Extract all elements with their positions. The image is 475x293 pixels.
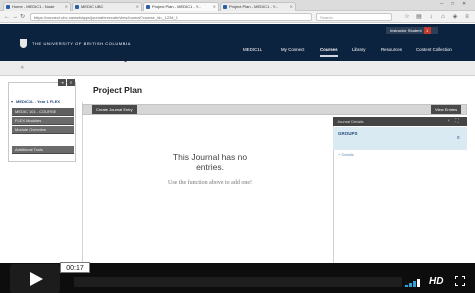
timecode-display: 00:17 — [60, 262, 90, 273]
hd-toggle[interactable]: HD — [429, 276, 443, 288]
page-title: Project Plan — [93, 85, 143, 95]
window-close-icon[interactable]: ✕ — [462, 1, 466, 7]
ubc-crest-icon — [20, 39, 27, 48]
menu-icon[interactable]: ≡ — [464, 14, 470, 20]
download-icon[interactable]: ↓ — [428, 14, 434, 20]
seek-bar[interactable] — [74, 277, 402, 287]
menu-collapse-icon[interactable]: ⇥ — [58, 79, 66, 86]
maximize-icon[interactable]: □ — [451, 1, 454, 7]
favicon-icon — [75, 5, 79, 9]
notification-count: 1 — [423, 27, 431, 34]
address-bar: ← → ↻ https://connect.ubc.ca/webapps/jou… — [0, 11, 475, 23]
close-icon[interactable]: ✕ — [65, 3, 68, 11]
browser-tab-bar: Home - MEDIC1 - Node ✕ MEDIC UBC ✕ Proje… — [0, 0, 475, 11]
breadcrumb-bar: ✳ — [0, 61, 475, 76]
browser-tab-active[interactable]: Project Plan - MEDIC1 - Y... ✕ — [143, 2, 219, 11]
volume-icon[interactable] — [405, 279, 423, 287]
browser-tab[interactable]: Project Plan - MEDIC1 - Y... ✕ — [220, 2, 296, 11]
journal-panel-icons: ‹ ⛶ — [448, 118, 459, 125]
course-menu-item[interactable]: Additional Tools — [12, 146, 74, 154]
favicon-icon — [6, 5, 10, 9]
user-menu[interactable]: Instructor Student 1 — [386, 27, 438, 34]
journal-owner-name: GROUPS — [338, 131, 358, 136]
close-icon[interactable]: ✕ — [213, 3, 216, 11]
course-menu-tools: ⇥ ≡ — [58, 79, 76, 86]
nav-tab-content-collection[interactable]: Content Collection — [416, 45, 452, 55]
expand-icon[interactable]: ⛶ — [455, 118, 459, 124]
course-menu-item[interactable]: FLEX Modules — [12, 117, 74, 125]
bookmark-star-icon[interactable]: ☆ — [404, 14, 410, 20]
journal-details-link[interactable]: + Details — [338, 152, 354, 157]
nav-tab-my-connect[interactable]: My Connect — [281, 45, 304, 55]
reading-list-icon[interactable]: ▤ — [416, 14, 422, 20]
course-menu: MEDIC1L - Year 1 FLEX MEDIC 101 - COURSE… — [8, 82, 76, 162]
shield-icon[interactable]: ◈ — [452, 14, 458, 20]
tab-label: Project Plan - MEDIC1 - Y... — [229, 4, 279, 9]
reload-icon[interactable]: ↻ — [20, 13, 25, 21]
minimize-icon[interactable]: ─ — [440, 1, 444, 7]
empty-state-hint: Use the function above to add one! — [168, 180, 252, 186]
close-icon[interactable]: ✕ — [136, 3, 139, 11]
journal-panel-header[interactable]: Journal Details — [333, 117, 467, 126]
course-menu-item[interactable]: Module Overview — [12, 126, 74, 134]
play-button[interactable] — [10, 264, 60, 293]
course-menu-title[interactable]: MEDIC1L - Year 1 FLEX — [11, 98, 77, 105]
mouse-cursor-icon: ⤡ — [121, 57, 127, 64]
home-icon[interactable]: ⌂ — [440, 14, 446, 20]
back-icon[interactable]: ← — [4, 13, 10, 21]
university-name: THE UNIVERSITY OF BRITISH COLUMBIA — [32, 41, 132, 46]
tab-label: MEDIC UBC — [81, 4, 104, 9]
course-menu-item[interactable]: MEDIC 101 - COURSE — [12, 108, 74, 116]
menu-options-icon[interactable]: ≡ — [67, 79, 75, 86]
browser-tab[interactable]: Home - MEDIC1 - Node ✕ — [3, 2, 71, 11]
forward-icon[interactable]: → — [12, 13, 18, 21]
nav-tab-resources[interactable]: Resources — [381, 45, 402, 55]
empty-state-title: This Journal has no entries. — [172, 152, 248, 172]
collapse-icon[interactable]: ‹ — [448, 118, 450, 124]
close-icon[interactable]: ✕ — [290, 3, 293, 11]
view-entries-button[interactable]: View Entries — [431, 105, 462, 114]
nav-tab-medic1l[interactable]: MEDIC1L — [243, 45, 262, 55]
favicon-icon — [223, 5, 227, 9]
tab-label: Home - MEDIC1 - Node — [12, 4, 55, 9]
tab-label: Project Plan - MEDIC1 - Y... — [152, 4, 202, 9]
user-name: Instructor Student — [390, 28, 422, 33]
fullscreen-icon[interactable] — [455, 276, 465, 286]
nav-tab-courses[interactable]: Courses — [320, 45, 338, 57]
favicon-icon — [146, 5, 150, 9]
browser-tab[interactable]: MEDIC UBC ✕ — [72, 2, 142, 11]
breadcrumb-home-icon[interactable]: ✳ — [20, 66, 25, 71]
url-input[interactable]: https://connect.ubc.ca/webapps/journal/e… — [30, 13, 312, 21]
nav-tab-library[interactable]: Library — [352, 45, 365, 55]
create-journal-entry-button[interactable]: Create Journal Entry — [92, 105, 137, 114]
action-bar — [82, 104, 467, 115]
journal-entry-count: 0 — [457, 135, 460, 140]
browser-search-input[interactable]: Search — [316, 13, 392, 21]
